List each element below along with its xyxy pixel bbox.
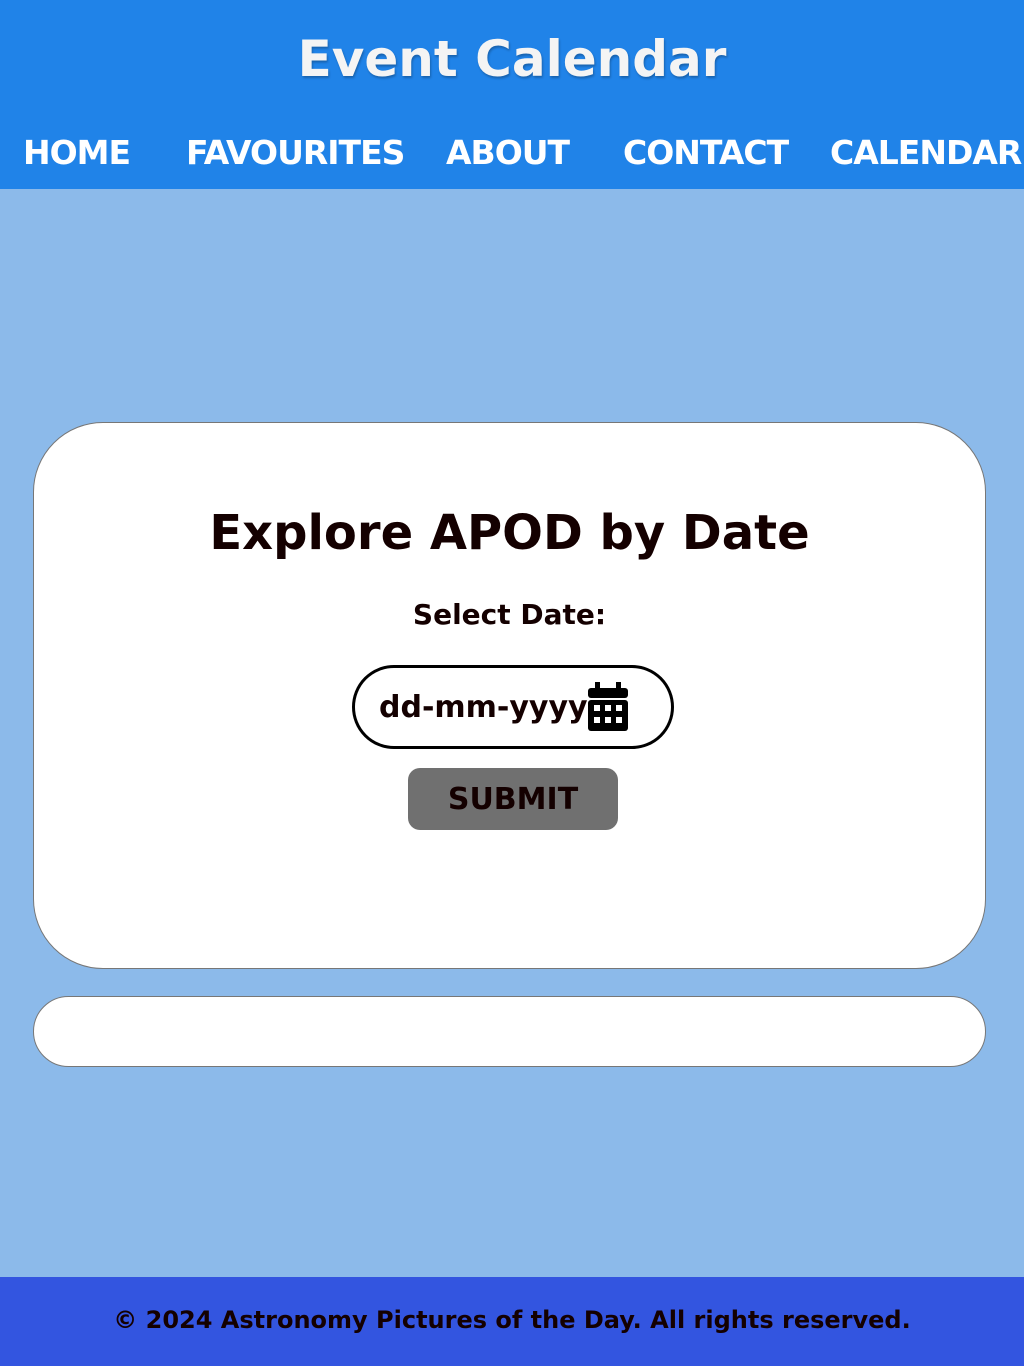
calendar-icon[interactable] bbox=[587, 682, 629, 732]
nav-home[interactable]: HOME bbox=[23, 133, 131, 172]
nav-about[interactable]: ABOUT bbox=[446, 133, 570, 172]
date-label: Select Date: bbox=[412, 598, 607, 631]
result-panel bbox=[33, 996, 986, 1067]
site-header: Event Calendar HOME FAVOURITES ABOUT CON… bbox=[0, 0, 1024, 189]
page-title: Explore APOD by Date bbox=[209, 505, 810, 561]
nav-favourites[interactable]: FAVOURITES bbox=[186, 133, 405, 172]
date-placeholder: dd-mm-yyyy bbox=[379, 689, 588, 725]
date-picker-card: Explore APOD by Date Select Date: dd-mm-… bbox=[33, 422, 986, 969]
nav-calendar[interactable]: CALENDAR bbox=[830, 133, 1022, 172]
nav-contact[interactable]: CONTACT bbox=[623, 133, 789, 172]
site-title: Event Calendar bbox=[297, 30, 727, 88]
date-input[interactable]: dd-mm-yyyy bbox=[352, 665, 674, 749]
submit-button[interactable]: SUBMIT bbox=[408, 768, 618, 830]
site-footer: © 2024 Astronomy Pictures of the Day. Al… bbox=[0, 1277, 1024, 1366]
